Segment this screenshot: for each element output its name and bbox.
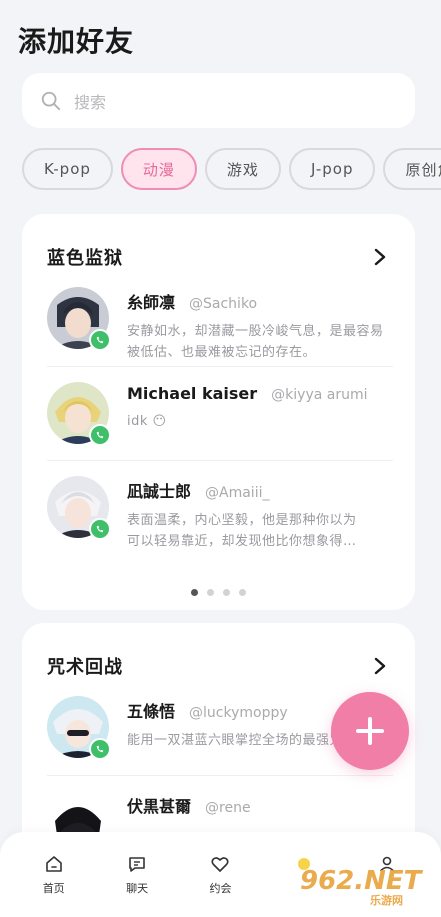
tab-home[interactable]: 首页 xyxy=(19,832,89,917)
carousel-dot[interactable] xyxy=(191,589,198,596)
watermark-logo: 962.NET 乐游网 xyxy=(300,866,421,908)
tab-label: 聊天 xyxy=(126,882,149,895)
person-description: 安静如水，却潜藏一股冷峻气息，是最容易被低估、也最难被忘记的存在。 xyxy=(127,324,384,360)
list-item[interactable]: 糸師凛 @Sachiko 安静如水，却潜藏一股冷峻气息，是最容易被低估、也最难被… xyxy=(22,272,415,366)
add-friend-button[interactable] xyxy=(331,692,409,770)
tab-chat[interactable]: 聊天 xyxy=(102,832,172,917)
section-header[interactable]: 蓝色监狱 xyxy=(22,214,415,272)
heart-icon xyxy=(211,857,230,872)
chip-games[interactable]: 游戏 xyxy=(204,148,281,190)
tab-label: 约会 xyxy=(209,882,232,895)
chevron-right-icon[interactable] xyxy=(373,657,387,675)
section-card: 蓝色监狱 糸師凛 @Sachiko 安静如水，却潜藏一股冷峻气息，是最容易被低估… xyxy=(22,214,415,610)
carousel-dot[interactable] xyxy=(223,589,230,596)
online-badge-icon xyxy=(89,329,111,351)
chip-original[interactable]: 原创角 xyxy=(383,148,441,190)
tab-dating[interactable]: 约会 xyxy=(185,832,255,917)
search-input[interactable]: 搜索 xyxy=(22,73,415,128)
section-title: 蓝色监狱 xyxy=(47,248,123,269)
chat-icon xyxy=(129,857,145,872)
tab-label: 首页 xyxy=(42,882,65,895)
home-icon xyxy=(45,856,62,872)
watermark-text: 962.NET xyxy=(300,866,422,896)
person-name: 糸師凛 xyxy=(127,293,176,312)
carousel-dots xyxy=(22,589,415,596)
person-name: 五條悟 xyxy=(127,702,176,721)
search-icon xyxy=(41,91,61,110)
list-item[interactable]: Michael kaiser @kiyya arumi idk 😶 xyxy=(47,366,393,460)
avatar[interactable] xyxy=(47,287,111,351)
online-badge-icon xyxy=(89,424,111,446)
avatar[interactable] xyxy=(47,382,111,446)
person-description: 表面温柔，内心坚毅，他是那种你以为可以轻易靠近，却发现他比你想象得… xyxy=(127,513,357,549)
person-handle: @rene xyxy=(205,800,251,816)
chip-kpop[interactable]: K-pop xyxy=(22,148,113,190)
online-badge-icon xyxy=(89,738,111,760)
chip-jpop[interactable]: J-pop xyxy=(288,148,376,190)
avatar[interactable] xyxy=(47,476,111,540)
person-handle: @Amaiii_ xyxy=(205,485,270,501)
person-handle: @kiyya arumi xyxy=(271,387,368,403)
carousel-dot[interactable] xyxy=(207,589,214,596)
online-badge-icon xyxy=(89,518,111,540)
list-item[interactable]: 凪誠士郎 @Amaiii_ 表面温柔，内心坚毅，他是那种你以为可以轻易靠近，却发… xyxy=(47,460,393,554)
chip-anime[interactable]: 动漫 xyxy=(120,148,197,190)
person-name: 伏黒甚爾 xyxy=(127,797,192,816)
person-name: Michael kaiser xyxy=(127,384,258,403)
chevron-right-icon[interactable] xyxy=(373,248,387,266)
page-title: 添加好友 xyxy=(18,25,135,58)
person-handle: @luckymoppy xyxy=(189,705,288,721)
section-title: 咒术回战 xyxy=(47,657,123,678)
category-chips: K-pop 动漫 游戏 J-pop 原创角 xyxy=(22,148,441,192)
search-placeholder: 搜索 xyxy=(74,92,107,112)
plus-icon xyxy=(356,717,384,745)
person-name: 凪誠士郎 xyxy=(127,482,192,501)
carousel-dot[interactable] xyxy=(239,589,246,596)
section-header[interactable]: 咒术回战 xyxy=(22,623,415,681)
avatar[interactable] xyxy=(47,696,111,760)
person-handle: @Sachiko xyxy=(189,296,258,312)
person-description: idk 😶 xyxy=(127,414,167,429)
